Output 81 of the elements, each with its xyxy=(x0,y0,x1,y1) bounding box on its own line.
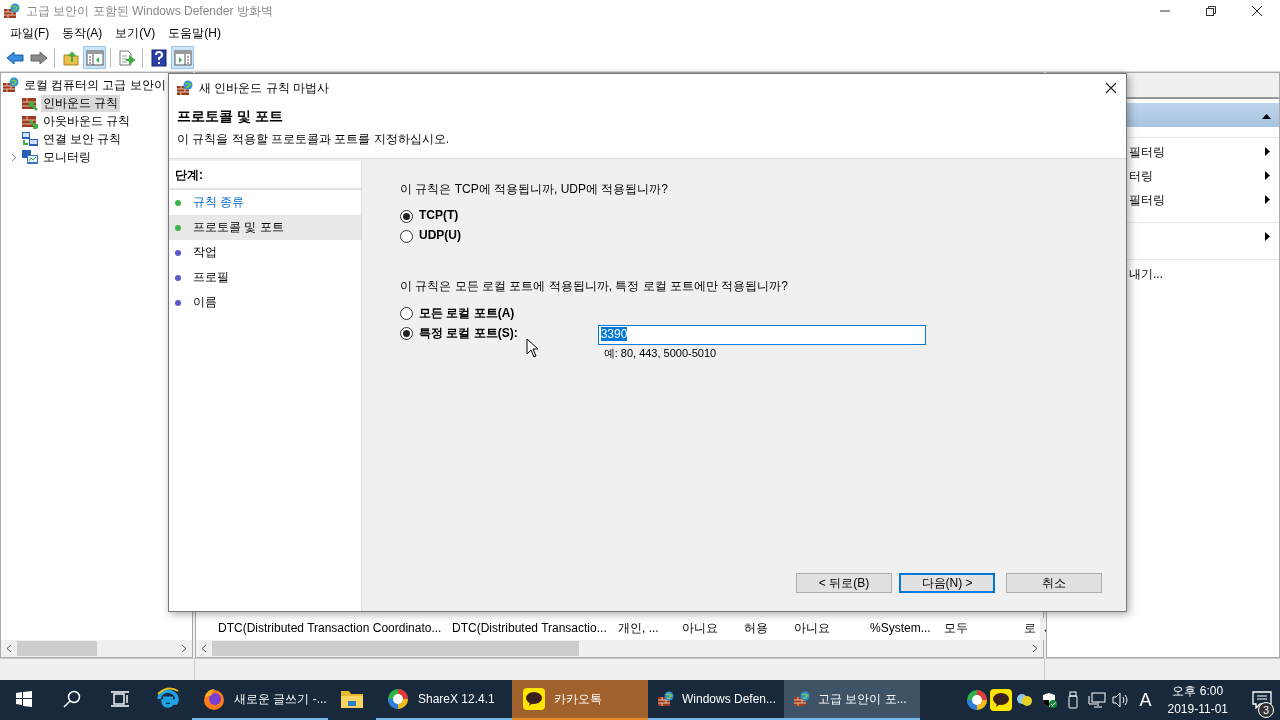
table-cell-text: 아니요 xyxy=(682,619,719,637)
port-input-field[interactable]: 3390 xyxy=(597,325,926,345)
radio-label[interactable]: UDP(U) xyxy=(419,228,461,242)
brick-wall-globe-icon xyxy=(794,691,810,707)
radio-label[interactable]: TCP(T) xyxy=(419,208,459,222)
scroll-right-icon[interactable] xyxy=(181,644,187,653)
action-item[interactable]: 필터링 xyxy=(1129,191,1165,209)
action-item[interactable]: 내기... xyxy=(1129,265,1163,283)
tree-item[interactable]: 연결 보안 규칙 xyxy=(41,130,124,148)
step-item[interactable]: 작업 xyxy=(193,244,217,261)
steps-label: 단계: xyxy=(169,165,361,190)
dialog-button[interactable]: < 뒤로(B) xyxy=(796,573,892,593)
dialog-heading: 프로토콜 및 포트 xyxy=(177,108,284,126)
example-hint: 예: 80, 443, 5000-5010 xyxy=(602,346,718,361)
input-indicator[interactable]: A xyxy=(1133,689,1158,711)
ring-logo-icon xyxy=(386,687,410,711)
question-text: 이 규칙은 모든 로컬 포트에 적용됩니까, 특정 로컬 포트에만 적용됩니까? xyxy=(400,278,789,295)
search-icon[interactable] xyxy=(63,690,81,708)
scrollbar-thumb[interactable] xyxy=(17,641,97,656)
question-text: 이 규칙은 TCP에 적용됩니까, UDP에 적용됩니까? xyxy=(400,181,669,198)
taskbar-button[interactable]: 새로운 글쓰기 -... xyxy=(192,680,328,720)
restore-icon[interactable] xyxy=(1206,6,1216,16)
folder-icon[interactable] xyxy=(340,689,364,709)
table-cell-text: DTC(Distributed Transaction Coordinato... xyxy=(218,621,443,635)
computers-icon xyxy=(22,131,38,147)
radio-button[interactable] xyxy=(400,327,413,340)
menu-item[interactable]: 파일(F) xyxy=(4,22,57,44)
step-item[interactable]: 프로필 xyxy=(193,269,229,286)
table-cell-text: 아니요 xyxy=(794,619,831,637)
table-cell-text: DTC(Distributed Transactio... xyxy=(452,621,608,635)
brick-wall-globe-icon xyxy=(658,691,674,707)
taskbar-button[interactable]: 카카오톡 xyxy=(512,680,648,720)
step-item[interactable]: 이름 xyxy=(193,294,217,311)
brick-wall-globe-icon xyxy=(177,80,193,96)
fox-browser-icon xyxy=(202,687,226,711)
step-item[interactable]: 규칙 종류 xyxy=(193,194,245,211)
brick-wall-globe-icon xyxy=(3,77,19,93)
action-item[interactable]: 터링 xyxy=(1129,167,1153,185)
windows-logo-icon[interactable] xyxy=(16,691,32,707)
menu-item[interactable]: 보기(V) xyxy=(109,22,163,44)
panel-left-icon[interactable] xyxy=(83,46,106,69)
tree-item[interactable]: 인바운드 규칙 xyxy=(41,94,121,112)
window-title: 고급 보안이 포함된 Windows Defender 방화벽 xyxy=(26,2,273,20)
radio-label[interactable]: 모든 로컬 포트(A) xyxy=(419,305,515,322)
tree-item[interactable]: 모니터링 xyxy=(41,148,93,166)
scroll-right-icon[interactable] xyxy=(1032,644,1038,653)
action-item[interactable]: 필터링 xyxy=(1129,143,1165,161)
cursor-icon xyxy=(526,338,539,358)
menu-item[interactable]: 도움말(H) xyxy=(162,22,228,44)
ring-logo-icon[interactable] xyxy=(965,688,990,712)
task-view-icon[interactable] xyxy=(110,691,130,707)
monitor-chart-icon xyxy=(22,149,38,165)
dialog-title: 새 인바운드 규칙 마법사 xyxy=(199,79,329,97)
tree-item[interactable]: 아웃바운드 규칙 xyxy=(41,112,133,130)
scroll-left-icon[interactable] xyxy=(201,644,207,653)
speech-bubble-icon xyxy=(522,687,546,711)
clock-date[interactable]: 2019-11-01 xyxy=(1167,700,1228,718)
radio-button[interactable] xyxy=(400,230,413,243)
close-icon[interactable] xyxy=(1252,6,1262,16)
table-cell-text: 허용 xyxy=(744,619,769,637)
speech-bubble-icon[interactable] xyxy=(989,688,1014,712)
radio-label[interactable]: 특정 로컬 포트(S): xyxy=(419,325,518,342)
table-cell-text: 개인, ... xyxy=(618,619,660,637)
scroll-left-icon[interactable] xyxy=(6,644,12,653)
taskbar-button[interactable]: 고급 보안이 포... xyxy=(784,680,920,720)
clock-time[interactable]: 오후 6:00 xyxy=(1172,682,1224,700)
scrollbar-thumb[interactable] xyxy=(212,641,579,656)
table-cell-text: %System... xyxy=(870,621,932,635)
dialog-button[interactable]: 다음(N) > xyxy=(899,573,995,593)
notification-count: 3 xyxy=(1258,702,1274,718)
radio-button[interactable] xyxy=(400,307,413,320)
menu-item[interactable]: 동작(A) xyxy=(56,22,110,44)
tree-item[interactable]: 로컬 컴퓨터의 고급 보안이 xyxy=(22,76,168,94)
dialog-subtitle: 이 규칙을 적용할 프로토콜과 포트를 지정하십시오. xyxy=(177,131,450,148)
table-cell-text: 로 xyxy=(1024,619,1037,637)
browser-e-icon[interactable] xyxy=(156,687,180,711)
table-cell-text: 모두 xyxy=(944,619,969,637)
radio-button[interactable] xyxy=(400,210,413,223)
close-icon[interactable] xyxy=(1105,82,1117,94)
brick-wall-globe-icon xyxy=(4,3,20,19)
dialog-button[interactable]: 취소 xyxy=(1006,573,1102,593)
